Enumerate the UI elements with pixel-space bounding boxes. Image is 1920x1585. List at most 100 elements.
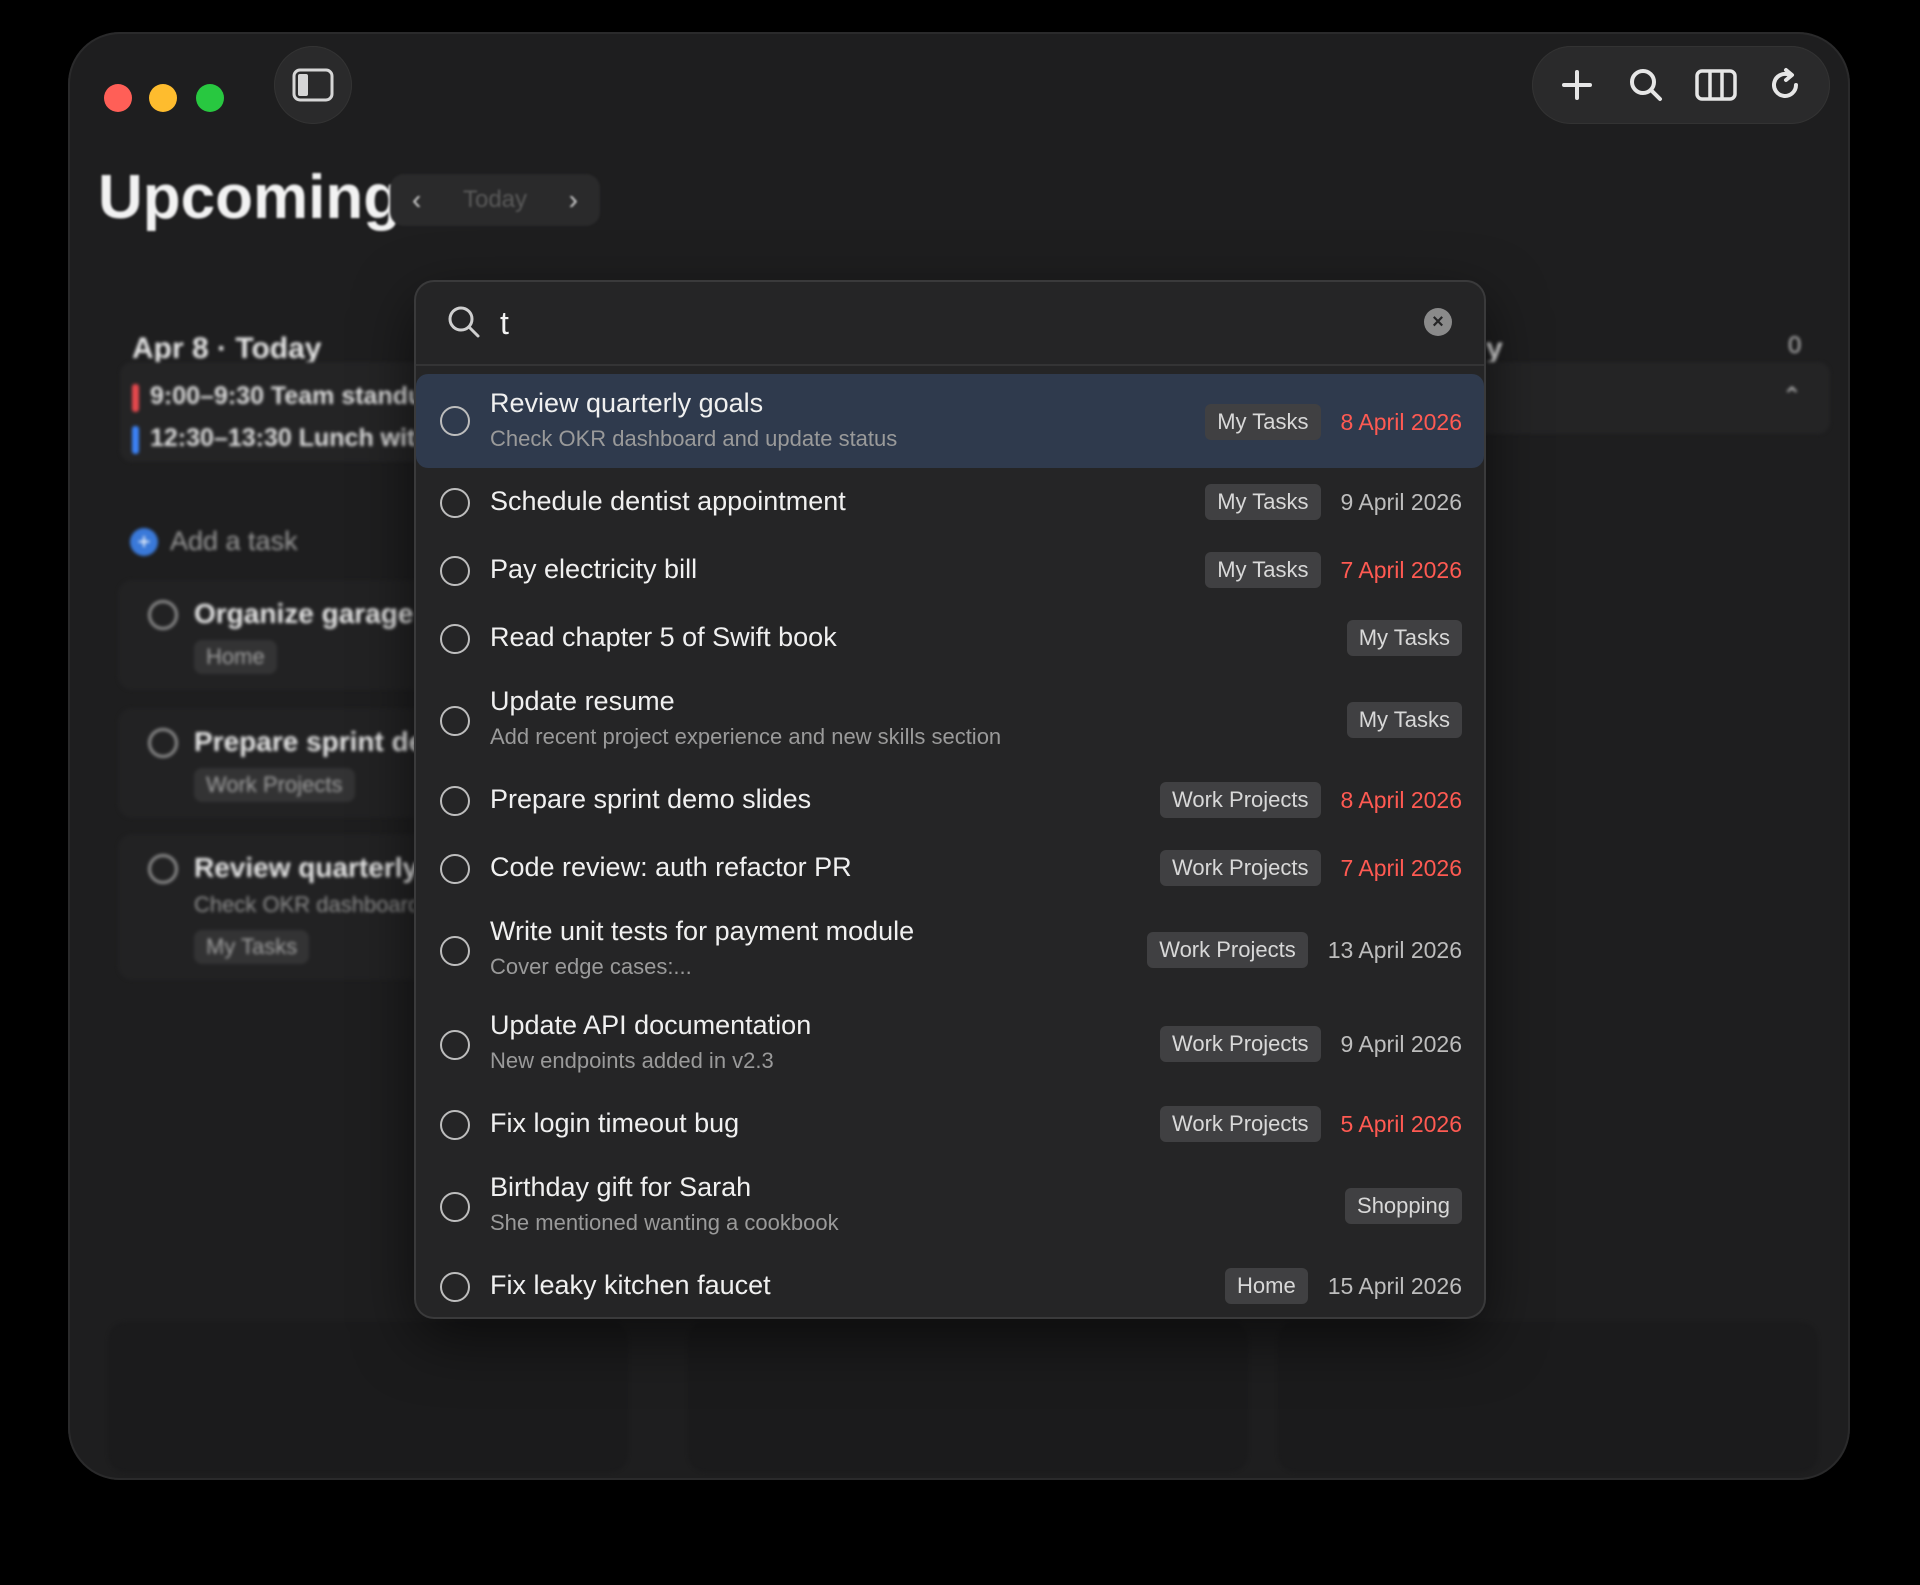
result-subtitle: New endpoints added in v2.3	[490, 1048, 774, 1073]
search-button[interactable]	[1622, 61, 1670, 109]
minimize-window-button[interactable]	[149, 84, 177, 112]
add-button[interactable]	[1553, 61, 1601, 109]
column-background	[108, 1322, 628, 1472]
search-result-row[interactable]: Schedule dentist appointment My Tasks 9 …	[416, 468, 1484, 536]
search-icon	[448, 306, 480, 338]
task-tag: Home	[194, 640, 277, 674]
task-checkbox[interactable]	[440, 1272, 470, 1302]
add-task-label: Add a task	[170, 526, 298, 556]
sidebar-icon	[292, 68, 334, 102]
result-title: Prepare sprint demo slides	[490, 784, 812, 814]
task-checkbox[interactable]	[440, 1192, 470, 1222]
add-task-button[interactable]: + Add a task	[130, 526, 298, 557]
list-tag: My Tasks	[1205, 552, 1321, 588]
due-date: 7 April 2026	[1340, 854, 1462, 881]
search-bar: ×	[416, 282, 1484, 366]
due-date: 13 April 2026	[1327, 936, 1462, 963]
today-button[interactable]: Today	[463, 186, 527, 214]
result-meta: My Tasks 7 April 2026	[1205, 552, 1462, 588]
task-checkbox[interactable]	[440, 1110, 470, 1140]
right-column-count: 0	[1788, 332, 1802, 359]
list-tag: My Tasks	[1346, 702, 1462, 738]
task-checkbox[interactable]	[440, 1030, 470, 1060]
task-checkbox[interactable]	[148, 854, 178, 884]
event-label: 9:00–9:30 Team standup	[150, 382, 439, 410]
list-tag: My Tasks	[1346, 620, 1462, 656]
result-title: Fix leaky kitchen faucet	[490, 1270, 771, 1300]
search-result-row[interactable]: Update resume Add recent project experie…	[416, 672, 1484, 766]
calendar-event[interactable]: 9:00–9:30 Team standup	[132, 382, 439, 412]
task-checkbox[interactable]	[440, 854, 470, 884]
result-title: Update API documentation	[490, 1010, 812, 1040]
refresh-button[interactable]	[1761, 61, 1809, 109]
task-checkbox[interactable]	[440, 406, 470, 436]
result-title: Fix login timeout bug	[490, 1108, 740, 1138]
page-title: Upcoming	[98, 163, 402, 232]
zoom-window-button[interactable]	[196, 84, 224, 112]
task-checkbox[interactable]	[148, 728, 178, 758]
task-tag: My Tasks	[194, 930, 310, 964]
list-tag: Work Projects	[1147, 932, 1308, 968]
clear-search-button[interactable]: ×	[1424, 308, 1452, 336]
close-window-button[interactable]	[104, 84, 132, 112]
calendar-event[interactable]: 12:30–13:30 Lunch with	[132, 424, 431, 454]
task-checkbox[interactable]	[440, 786, 470, 816]
task-checkbox[interactable]	[148, 600, 178, 630]
next-button[interactable]: ›	[569, 184, 578, 216]
list-tag: My Tasks	[1205, 404, 1321, 440]
search-results: Review quarterly goals Check OKR dashboa…	[416, 374, 1484, 1317]
task-checkbox[interactable]	[440, 624, 470, 654]
search-result-row[interactable]: Prepare sprint demo slides Work Projects…	[416, 766, 1484, 834]
result-meta: Work Projects 8 April 2026	[1160, 782, 1462, 818]
chevron-up-icon[interactable]: ⌃	[1782, 382, 1802, 411]
search-result-row[interactable]: Update API documentation New endpoints a…	[416, 996, 1484, 1090]
due-date: 15 April 2026	[1327, 1272, 1462, 1299]
search-result-row[interactable]: Write unit tests for payment module Cove…	[416, 902, 1484, 996]
task-checkbox[interactable]	[440, 556, 470, 586]
result-meta: My Tasks 8 April 2026	[1205, 404, 1462, 440]
due-date: 9 April 2026	[1340, 488, 1462, 515]
search-result-row[interactable]: Pay electricity bill My Tasks 7 April 20…	[416, 536, 1484, 604]
date-navigator: ‹ Today ›	[390, 174, 600, 226]
search-icon	[1630, 69, 1663, 101]
result-title: Code review: auth refactor PR	[490, 852, 852, 882]
columns-button[interactable]	[1692, 61, 1740, 109]
result-title: Write unit tests for payment module	[490, 916, 915, 946]
result-meta: Work Projects 9 April 2026	[1160, 1026, 1462, 1062]
column-header: Apr 8 · Today	[132, 332, 322, 365]
result-title: Review quarterly goals	[490, 388, 764, 418]
event-label: 12:30–13:30 Lunch with	[150, 424, 431, 452]
event-color-bar	[132, 384, 139, 412]
due-date: 8 April 2026	[1340, 786, 1462, 813]
previous-button[interactable]: ‹	[412, 184, 421, 216]
right-column-header: y	[1486, 332, 1503, 365]
search-result-row[interactable]: Code review: auth refactor PR Work Proje…	[416, 834, 1484, 902]
result-meta: Work Projects 13 April 2026	[1147, 932, 1462, 968]
result-meta: Work Projects 5 April 2026	[1160, 1106, 1462, 1142]
result-meta: Home 15 April 2026	[1225, 1268, 1462, 1304]
search-result-row[interactable]: Fix leaky kitchen faucet Home 15 April 2…	[416, 1252, 1484, 1317]
list-tag: My Tasks	[1205, 484, 1321, 520]
list-tag: Shopping	[1345, 1188, 1462, 1224]
search-result-row[interactable]: Birthday gift for Sarah She mentioned wa…	[416, 1158, 1484, 1252]
due-date: 9 April 2026	[1340, 1030, 1462, 1057]
result-title: Schedule dentist appointment	[490, 486, 846, 516]
plus-circle-icon: +	[130, 527, 158, 556]
list-tag: Work Projects	[1160, 1026, 1321, 1062]
search-input[interactable]	[500, 296, 1400, 350]
search-result-row[interactable]: Fix login timeout bug Work Projects 5 Ap…	[416, 1090, 1484, 1158]
task-title: Organize garage	[194, 598, 414, 629]
search-result-row[interactable]: Review quarterly goals Check OKR dashboa…	[416, 374, 1484, 468]
task-checkbox[interactable]	[440, 488, 470, 518]
list-tag: Work Projects	[1160, 782, 1321, 818]
search-result-row[interactable]: Read chapter 5 of Swift book My Tasks	[416, 604, 1484, 672]
result-title: Read chapter 5 of Swift book	[490, 622, 837, 652]
due-date: 8 April 2026	[1340, 408, 1462, 435]
due-date: 5 April 2026	[1340, 1110, 1462, 1137]
task-checkbox[interactable]	[440, 936, 470, 966]
result-subtitle: Add recent project experience and new sk…	[490, 724, 1002, 749]
result-subtitle: Check OKR dashboard and update status	[490, 426, 898, 451]
task-checkbox[interactable]	[440, 706, 470, 736]
sidebar-toggle-button[interactable]	[274, 46, 352, 124]
list-tag: Work Projects	[1160, 850, 1321, 886]
